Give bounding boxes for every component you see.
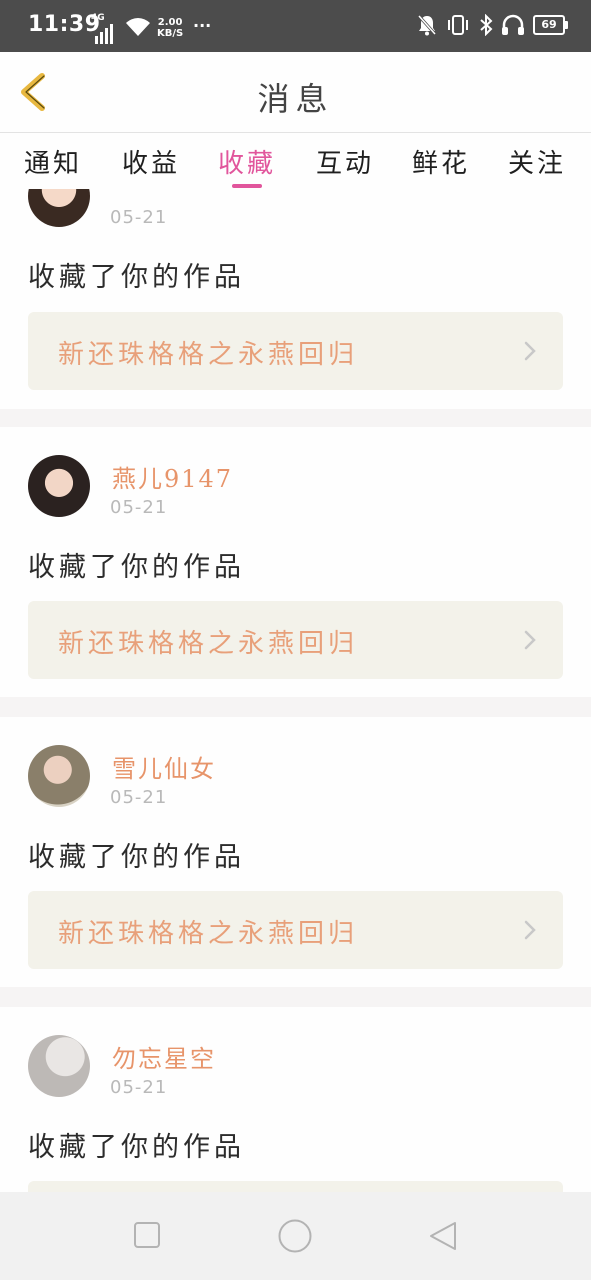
avatar[interactable] (28, 189, 90, 227)
app-header: 消息 (0, 52, 591, 133)
tab-interactions[interactable]: 互动 (316, 143, 374, 180)
username[interactable]: 燕儿9147 (112, 459, 233, 494)
date: 05-21 (110, 497, 168, 518)
speed-unit: KB/S (157, 28, 184, 39)
page-title: 消息 (257, 80, 334, 118)
back-triangle-icon[interactable] (427, 1220, 459, 1252)
work-link[interactable] (28, 1181, 563, 1192)
action-text: 收藏了你的作品 (28, 1132, 245, 1163)
chevron-right-icon (524, 341, 536, 361)
home-icon[interactable] (277, 1218, 313, 1254)
status-time: 11:39 (28, 12, 101, 37)
mute-bell-icon (417, 15, 437, 36)
work-link[interactable]: 新还珠格格之永燕回归 (28, 312, 563, 390)
system-nav-bar (0, 1192, 591, 1280)
tab-favorites[interactable]: 收藏 (218, 143, 276, 180)
signal-icon (95, 22, 117, 44)
list-item: 雪儿仙女 05-21 收藏了你的作品 新还珠格格之永燕回归 (0, 717, 591, 987)
tab-notifications[interactable]: 通知 (24, 143, 82, 180)
favorites-feed[interactable]: 05-21 收藏了你的作品 新还珠格格之永燕回归 燕儿9147 05-21 收藏… (0, 189, 591, 1192)
recent-apps-icon[interactable] (132, 1220, 162, 1250)
more-notifications: ··· (193, 16, 212, 35)
list-item: 勿忘星空 05-21 收藏了你的作品 (0, 1007, 591, 1192)
avatar[interactable] (28, 745, 90, 807)
wifi-icon (126, 18, 150, 36)
work-title: 新还珠格格之永燕回归 (58, 629, 359, 659)
bluetooth-icon (480, 14, 493, 36)
screen: 11:39 4G 2.00 KB/S ··· 69 消息 通知 收益 收藏 互动… (0, 0, 591, 1280)
vibrate-icon (448, 15, 468, 35)
tab-following[interactable]: 关注 (508, 143, 566, 180)
date: 05-21 (110, 207, 168, 228)
battery-icon: 69 (533, 15, 568, 35)
status-bar: 11:39 4G 2.00 KB/S ··· 69 (0, 0, 591, 52)
tab-earnings[interactable]: 收益 (122, 143, 180, 180)
action-text: 收藏了你的作品 (28, 262, 245, 293)
active-tab-indicator (232, 184, 262, 188)
work-title: 新还珠格格之永燕回归 (58, 340, 359, 370)
chevron-right-icon (524, 920, 536, 940)
avatar[interactable] (28, 1035, 90, 1097)
speed-value: 2.00 (157, 17, 183, 28)
work-title: 新还珠格格之永燕回归 (58, 919, 359, 949)
tab-bar: 通知 收益 收藏 互动 鲜花 关注 (0, 133, 591, 189)
action-text: 收藏了你的作品 (28, 552, 245, 583)
work-link[interactable]: 新还珠格格之永燕回归 (28, 601, 563, 679)
username[interactable]: 雪儿仙女 (112, 749, 216, 784)
work-link[interactable]: 新还珠格格之永燕回归 (28, 891, 563, 969)
date: 05-21 (110, 787, 168, 808)
date: 05-21 (110, 1077, 168, 1098)
list-item: 05-21 收藏了你的作品 新还珠格格之永燕回归 (0, 189, 591, 409)
action-text: 收藏了你的作品 (28, 842, 245, 873)
network-speed: 2.00 KB/S (157, 17, 183, 39)
avatar[interactable] (28, 455, 90, 517)
status-right-icons: 69 (417, 14, 568, 36)
list-item: 燕儿9147 05-21 收藏了你的作品 新还珠格格之永燕回归 (0, 427, 591, 697)
headphones-icon (502, 14, 524, 35)
username[interactable]: 勿忘星空 (112, 1039, 216, 1074)
tab-flowers[interactable]: 鲜花 (412, 143, 470, 180)
chevron-right-icon (524, 630, 536, 650)
